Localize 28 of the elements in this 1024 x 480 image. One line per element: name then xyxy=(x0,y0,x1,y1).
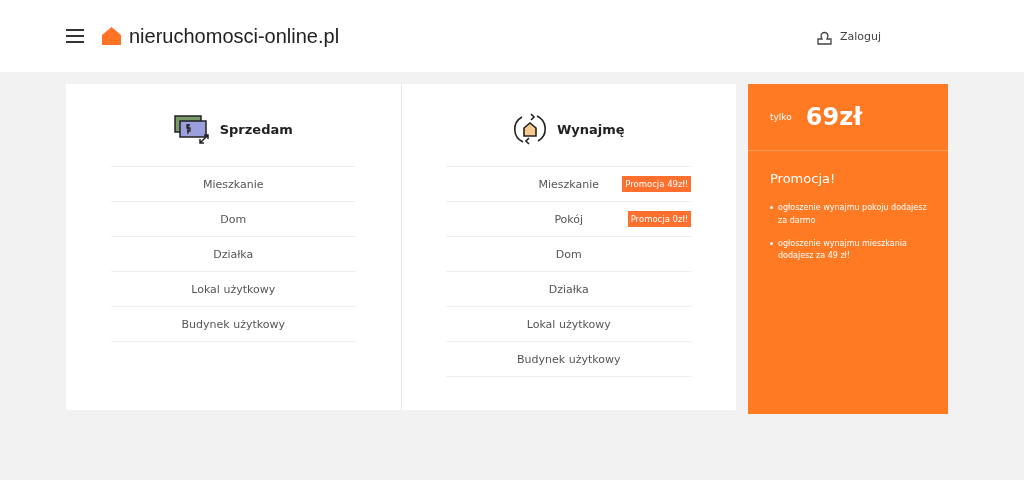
menu-icon[interactable] xyxy=(66,28,84,44)
category-link[interactable]: Budynek użytkowy xyxy=(517,352,621,366)
promo-badge: Promocja 0zł! xyxy=(627,211,692,227)
money-icon xyxy=(173,113,210,145)
bullet-icon xyxy=(770,206,773,209)
price: 69zł xyxy=(805,103,863,131)
section-title: Wynajmę xyxy=(556,121,625,137)
category-link[interactable]: Budynek użytkowy xyxy=(181,317,285,331)
category-link[interactable]: Dom xyxy=(555,247,582,261)
login-link[interactable]: Zaloguj xyxy=(816,27,958,45)
category-link[interactable]: Mieszkanie xyxy=(202,177,264,191)
house-cycle-icon xyxy=(512,112,547,146)
category-link[interactable]: Pokój xyxy=(554,212,584,226)
category-link[interactable]: Dom xyxy=(220,212,247,226)
category-link[interactable]: Lokal użytkowy xyxy=(191,282,276,296)
promo-text: ogłoszenie wynajmu mieszkania dodajesz za 49 zł! xyxy=(778,237,908,263)
price-prefix: tylko xyxy=(770,112,792,122)
section-title: Sprzedam xyxy=(219,121,293,137)
promo-title: Promocja! xyxy=(769,170,837,188)
promo-badge: Promocja 49zł! xyxy=(622,176,692,192)
house-logo-icon xyxy=(102,27,121,45)
site-logo[interactable]: nieruchomosci-online.pl xyxy=(129,24,340,48)
category-link[interactable]: Lokal użytkowy xyxy=(526,317,611,331)
category-link[interactable]: Mieszkanie xyxy=(538,177,599,191)
category-link[interactable]: Działka xyxy=(213,247,254,261)
promo-text: ogłoszenie wynajmu pokoju dodajesz za darmo xyxy=(778,202,928,227)
bullet-icon xyxy=(770,241,773,245)
category-link[interactable]: Działka xyxy=(548,282,589,296)
